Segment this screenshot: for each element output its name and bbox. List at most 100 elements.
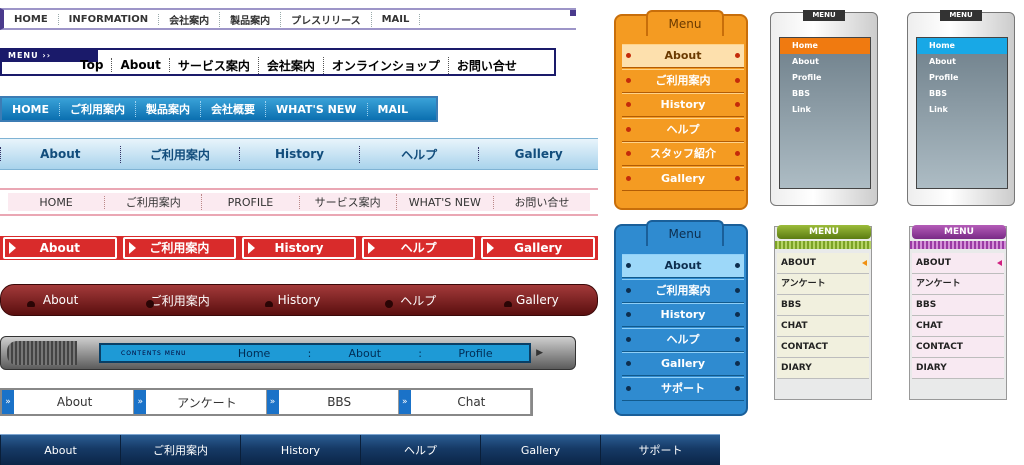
tab-menu-item[interactable]: History	[622, 93, 744, 117]
nav-button[interactable]: About	[3, 237, 117, 259]
nav-item[interactable]: オンラインショップ	[324, 56, 449, 74]
scroll-menu-item[interactable]: BBS	[777, 295, 869, 316]
nav-item[interactable]: ヘルプ	[360, 435, 480, 465]
device-menu-item[interactable]: Profile	[780, 70, 870, 86]
nav-item[interactable]: About	[112, 58, 170, 72]
nav-item[interactable]: ご利用案内	[120, 292, 239, 309]
nav-item[interactable]: サービス案内	[300, 194, 397, 210]
nav-button[interactable]: ご利用案内	[122, 237, 237, 259]
scroll-menu-item[interactable]: CONTACT	[912, 337, 1004, 358]
scroll-menu-item[interactable]: アンケート	[912, 274, 1004, 295]
tab-menu-item[interactable]: ご利用案内	[622, 68, 744, 93]
device-menu-item[interactable]: BBS	[917, 86, 1007, 102]
device-screen: Home About Profile BBS Link	[779, 37, 871, 189]
nav-button[interactable]: Gallery	[481, 237, 595, 259]
nav-item[interactable]: 会社案内	[259, 56, 324, 74]
device-menu-item[interactable]: Link	[917, 102, 1007, 118]
tab-menu-item-label: サポート	[661, 381, 705, 395]
nav-item[interactable]: Top	[72, 58, 113, 72]
nav-button[interactable]: History	[242, 237, 356, 259]
nav-item[interactable]: Home	[201, 347, 308, 360]
device-menu-item[interactable]: Home	[780, 38, 870, 54]
scroll-menu-item[interactable]: CHAT	[777, 316, 869, 337]
nav-item[interactable]: Gallery	[478, 293, 597, 307]
device-menu-item[interactable]: BBS	[780, 86, 870, 102]
tab-menu-item[interactable]: サポート	[622, 376, 744, 401]
nav-item[interactable]: サービス案内	[170, 56, 259, 74]
nav-button-label: History	[274, 241, 324, 255]
nav-item[interactable]: MAIL	[368, 103, 419, 116]
nav-item[interactable]: ご利用案内	[119, 145, 240, 163]
nav-item[interactable]: サポート	[600, 435, 720, 465]
device-menu-item[interactable]: Home	[917, 38, 1007, 54]
nav-item[interactable]: 会社概要	[201, 101, 267, 117]
scroll-menu-item-label: CONTACT	[916, 342, 963, 352]
tab-menu-item[interactable]: ヘルプ	[622, 327, 744, 352]
scroll-menu-item[interactable]: ABOUT	[912, 253, 1004, 274]
nav-item[interactable]: ご利用案内	[60, 101, 137, 117]
scroll-menu-item[interactable]: DIARY	[912, 358, 1004, 379]
scroll-menu-item[interactable]: CONTACT	[777, 337, 869, 358]
nav-cell[interactable]: » About	[2, 390, 135, 414]
nav-item[interactable]: ご利用案内	[105, 194, 203, 210]
tab-menu-item[interactable]: About	[622, 254, 744, 278]
nav-cell[interactable]: » アンケート	[134, 390, 267, 414]
nav-item[interactable]: 製品案内	[220, 11, 282, 27]
nav-item[interactable]: Profile	[422, 347, 529, 360]
scroll-menu-item-label: ABOUT	[916, 258, 951, 268]
tab-menu-item[interactable]: ご利用案内	[622, 278, 744, 303]
scroll-menu-item[interactable]: ABOUT	[777, 253, 869, 274]
nav-bar-9: » About » アンケート » BBS » Chat	[0, 388, 533, 416]
scroll-menu-item[interactable]: アンケート	[777, 274, 869, 295]
nav-item[interactable]: ヘルプ	[358, 145, 479, 163]
nav-item[interactable]: History	[239, 147, 359, 161]
nav-item[interactable]: ご利用案内	[120, 435, 240, 465]
nav-cell-label: アンケート	[177, 395, 237, 410]
device-menu-item[interactable]: About	[780, 54, 870, 70]
nav-item[interactable]: MAIL	[372, 13, 421, 25]
nav-item[interactable]: お問い合せ	[494, 194, 590, 210]
nav-cell[interactable]: » Chat	[398, 390, 531, 414]
nav-item[interactable]: お問い合せ	[449, 57, 525, 74]
pointer-arrow-icon	[997, 260, 1002, 266]
tab-menu-item[interactable]: Gallery	[622, 352, 744, 376]
nav-item[interactable]: PROFILE	[202, 195, 300, 209]
nav-item[interactable]: History	[239, 293, 358, 307]
arrow-circle-icon: »	[266, 390, 279, 414]
scroll-menu-item[interactable]: BBS	[912, 295, 1004, 316]
nav-item[interactable]: About	[311, 347, 418, 360]
tab-menu-item[interactable]: About	[622, 44, 744, 68]
scroll-menu-item-label: アンケート	[916, 279, 961, 289]
nav-item[interactable]: WHAT'S NEW	[266, 102, 368, 116]
nav-item[interactable]: Gallery	[478, 147, 598, 161]
nav-item[interactable]: INFORMATION	[59, 13, 160, 25]
nav-item[interactable]: HOME	[4, 13, 59, 25]
play-arrow-icon[interactable]: ▶	[536, 348, 543, 358]
device-menu-item[interactable]: About	[917, 54, 1007, 70]
tab-menu-item[interactable]: ヘルプ	[622, 117, 744, 142]
tab-menu-item[interactable]: Gallery	[622, 166, 744, 191]
nav-item[interactable]: ヘルプ	[359, 292, 478, 309]
nav-item[interactable]: History	[240, 435, 360, 465]
nav-item[interactable]: About	[1, 293, 120, 307]
device-menu-item[interactable]: Profile	[917, 70, 1007, 86]
nav-item[interactable]: HOME	[2, 102, 61, 116]
nav-item[interactable]: 製品案内	[136, 101, 202, 117]
nav-item[interactable]: About	[0, 435, 120, 465]
tab-menu-item[interactable]: スタッフ紹介	[622, 142, 744, 166]
nav-item[interactable]: About	[0, 147, 120, 161]
nav-item[interactable]: HOME	[8, 195, 106, 209]
nav-cell[interactable]: » BBS	[266, 390, 399, 414]
scroll-menu-item[interactable]: DIARY	[777, 358, 869, 379]
nav-item[interactable]: プレスリリース	[281, 11, 372, 27]
nav-button[interactable]: ヘルプ	[361, 237, 476, 259]
nav-item[interactable]: WHAT'S NEW	[397, 195, 494, 209]
nav-item[interactable]: 会社案内	[159, 11, 221, 27]
tab-menu-item[interactable]: History	[622, 303, 744, 327]
arrow-right-icon	[248, 242, 256, 254]
device-menu-item[interactable]: Link	[780, 102, 870, 118]
nav-item[interactable]: Gallery	[480, 435, 600, 465]
bullet-dot-icon	[27, 301, 35, 307]
scroll-menu-item-label: CHAT	[916, 321, 943, 331]
scroll-menu-item[interactable]: CHAT	[912, 316, 1004, 337]
